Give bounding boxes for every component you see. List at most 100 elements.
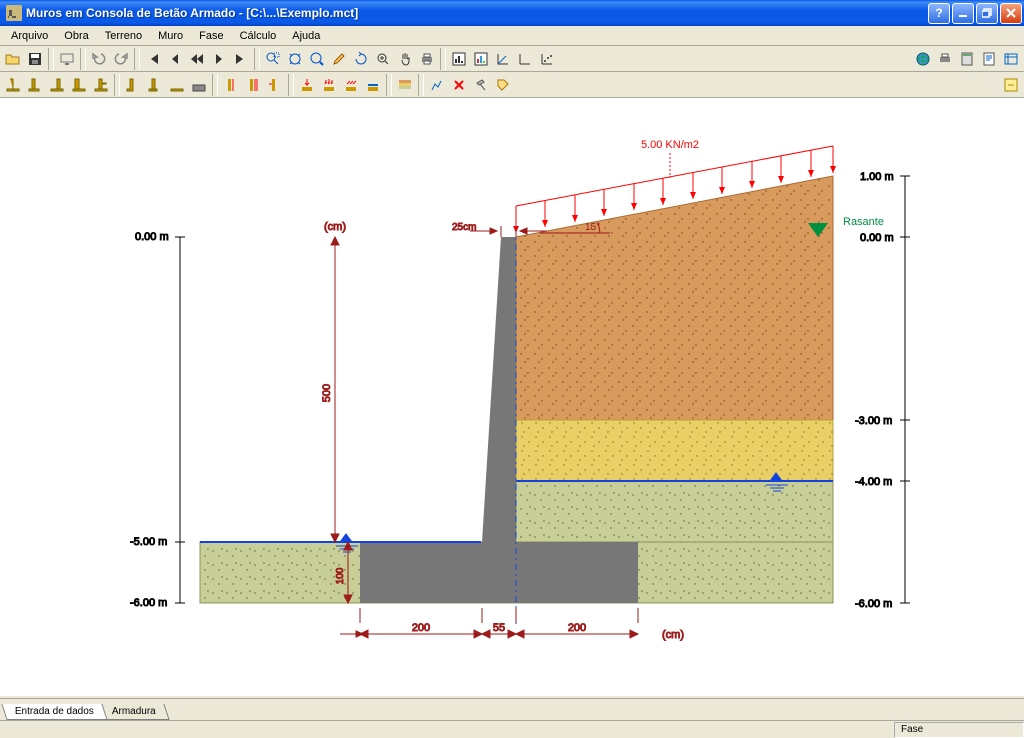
report-icon[interactable] [978, 48, 1000, 70]
status-bar: Fase [0, 720, 1024, 738]
load-2-icon[interactable] [318, 74, 340, 96]
plot-color-icon[interactable] [470, 48, 492, 70]
menu-terreno[interactable]: Terreno [98, 29, 149, 43]
collapse-icon[interactable] [1000, 74, 1022, 96]
last-icon[interactable] [230, 48, 252, 70]
svg-text:(cm): (cm) [662, 629, 684, 641]
wall-type-1-icon[interactable] [2, 74, 24, 96]
angle-label: 15° [585, 222, 600, 233]
title-bar: Muros em Consola de Betão Armado - [C:\.… [0, 0, 1024, 26]
zoom-realtime-icon[interactable] [372, 48, 394, 70]
tag-icon[interactable] [492, 74, 514, 96]
wall-type-5-icon[interactable] [90, 74, 112, 96]
close-button[interactable] [1000, 3, 1022, 24]
print2-icon[interactable] [934, 48, 956, 70]
dim-wall-2-icon[interactable] [242, 74, 264, 96]
prev-icon[interactable] [164, 48, 186, 70]
save-icon[interactable] [24, 48, 46, 70]
soil-layer-2 [516, 420, 833, 481]
soil-layer-1 [516, 176, 833, 420]
svg-text:-4.00 m: -4.00 m [855, 476, 892, 488]
right-axis: 1.00 m 0.00 m -3.00 m -4.00 m -6.00 m [855, 171, 910, 610]
dim-height: (cm) 500 [321, 221, 346, 542]
tab-strip: Entrada de dados Armadura [0, 698, 1024, 720]
svg-text:200: 200 [412, 622, 430, 634]
restore-button[interactable] [976, 3, 998, 24]
svg-text:1.00 m: 1.00 m [860, 171, 894, 183]
pan-icon[interactable] [394, 48, 416, 70]
first-icon[interactable] [142, 48, 164, 70]
wall-opt-2-icon[interactable] [144, 74, 166, 96]
menu-ajuda[interactable]: Ajuda [285, 29, 327, 43]
svg-text:(cm): (cm) [324, 221, 346, 233]
dim-base: 200 55 200 (cm) [340, 608, 684, 641]
left-axis: 0.00 m -5.00 m -6.00 m [130, 231, 185, 609]
menu-calculo[interactable]: Cálculo [233, 29, 284, 43]
tab-entrada[interactable]: Entrada de dados [1, 704, 107, 720]
screen-icon[interactable] [56, 48, 78, 70]
print-icon[interactable] [416, 48, 438, 70]
soil-layer-3a [516, 481, 833, 542]
menu-muro[interactable]: Muro [151, 29, 190, 43]
load-label: 5.00 KN/m2 [641, 139, 699, 151]
zoom-extents-icon[interactable] [284, 48, 306, 70]
wall-type-4-icon[interactable] [68, 74, 90, 96]
toolbar-1 [0, 46, 1024, 72]
layers-icon[interactable] [394, 74, 416, 96]
menu-obra[interactable]: Obra [57, 29, 95, 43]
load-1-icon[interactable] [296, 74, 318, 96]
wall-type-2-icon[interactable] [24, 74, 46, 96]
rotate-icon[interactable] [350, 48, 372, 70]
zoom-window-icon[interactable] [262, 48, 284, 70]
minimize-button[interactable] [952, 3, 974, 24]
plot-bw-icon[interactable] [448, 48, 470, 70]
wall-opt-1-icon[interactable] [122, 74, 144, 96]
window-title: Muros em Consola de Betão Armado - [C:\.… [26, 6, 928, 20]
cross-icon[interactable] [448, 74, 470, 96]
edit-icon[interactable] [328, 48, 350, 70]
settings-icon[interactable] [1000, 48, 1022, 70]
svg-text:-5.00 m: -5.00 m [130, 536, 167, 548]
undo-icon[interactable] [88, 48, 110, 70]
hammer-icon[interactable] [470, 74, 492, 96]
axes3-icon[interactable] [536, 48, 558, 70]
load-4-icon[interactable] [362, 74, 384, 96]
menu-arquivo[interactable]: Arquivo [4, 29, 55, 43]
svg-text:100: 100 [335, 567, 346, 584]
globe-icon[interactable] [912, 48, 934, 70]
wall-opt-4-icon[interactable] [188, 74, 210, 96]
wall-opt-3-icon[interactable] [166, 74, 188, 96]
svg-text:-6.00 m: -6.00 m [130, 597, 167, 609]
prev-fast-icon[interactable] [186, 48, 208, 70]
open-icon[interactable] [2, 48, 24, 70]
axes1-icon[interactable] [492, 48, 514, 70]
wall-stem [482, 237, 516, 542]
menu-bar: Arquivo Obra Terreno Muro Fase Cálculo A… [0, 26, 1024, 46]
svg-text:25cm: 25cm [452, 222, 476, 233]
toolbar-2 [0, 72, 1024, 98]
axes2-icon[interactable] [514, 48, 536, 70]
svg-text:200: 200 [568, 622, 586, 634]
drawing-canvas[interactable]: 5.00 KN/m2 15° Rasante (cm) 500 100 25cm… [0, 98, 1024, 696]
svg-text:-6.00 m: -6.00 m [855, 598, 892, 610]
redo-icon[interactable] [110, 48, 132, 70]
wall-type-3-icon[interactable] [46, 74, 68, 96]
calc-icon[interactable] [956, 48, 978, 70]
dim-wall-3-icon[interactable] [264, 74, 286, 96]
tab-armadura[interactable]: Armadura [98, 704, 169, 720]
status-phase: Fase [894, 722, 1024, 738]
help-button[interactable]: ? [928, 3, 950, 24]
menu-fase[interactable]: Fase [192, 29, 230, 43]
graph-1-icon[interactable] [426, 74, 448, 96]
svg-text:55: 55 [493, 622, 505, 634]
next-icon[interactable] [208, 48, 230, 70]
svg-text:500: 500 [321, 384, 333, 402]
wall-footing [360, 542, 638, 603]
load-3-icon[interactable] [340, 74, 362, 96]
app-icon [6, 5, 22, 21]
zoom-icon[interactable] [306, 48, 328, 70]
svg-text:0.00 m: 0.00 m [860, 232, 894, 244]
dim-wall-1-icon[interactable] [220, 74, 242, 96]
svg-text:Rasante: Rasante [843, 216, 884, 228]
svg-text:0.00 m: 0.00 m [135, 231, 169, 243]
